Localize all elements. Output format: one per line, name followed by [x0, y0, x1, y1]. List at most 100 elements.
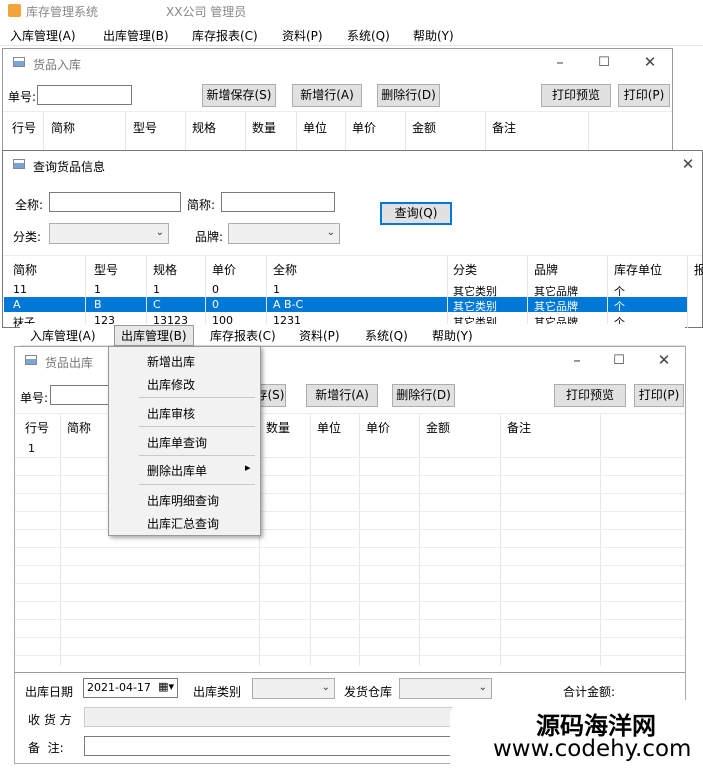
menu-new-outbound[interactable]: 新增出库 — [147, 353, 195, 370]
grid-line — [345, 112, 346, 152]
calendar-icon[interactable]: ▦▾ — [158, 680, 174, 693]
column-header: 简称 — [51, 121, 76, 135]
remark-input[interactable] — [84, 736, 504, 756]
menu-inbound[interactable]: 入库管理(A) — [30, 327, 96, 344]
warehouse-select[interactable]: ⌄ — [399, 678, 492, 699]
menu-delete-outbound[interactable]: 删除出库单 — [147, 462, 207, 479]
close-icon[interactable]: ✕ — [681, 155, 695, 173]
maximize-icon[interactable]: ☐ — [612, 353, 626, 368]
grid-line — [485, 112, 486, 152]
secondary-menubar: 入库管理(A) 出库管理(B) 库存报表(C) 资料(P) 系统(Q) 帮助(Y… — [20, 324, 685, 346]
menu-outbound-summary[interactable]: 出库汇总查询 — [147, 515, 219, 532]
outbound-date-value: 2021-04-17 — [87, 681, 151, 694]
app-subtitle: XX公司 管理员 — [166, 5, 247, 19]
inbound-window-title: 货品入库 — [33, 58, 82, 72]
menu-system[interactable]: 系统(Q) — [347, 27, 390, 44]
fullname-input[interactable] — [49, 192, 181, 212]
column-header: 金额 — [412, 121, 437, 135]
print-preview-button[interactable]: 打印预览 — [541, 84, 611, 107]
column-header: 单位 — [317, 421, 342, 435]
delete-row-button[interactable]: 删除行(D) — [392, 384, 455, 407]
add-row-button[interactable]: 新增行(A) — [292, 84, 362, 107]
column-header: 单价 — [212, 263, 237, 277]
grid-top-line — [3, 111, 672, 112]
add-row-button[interactable]: 新增行(A) — [306, 384, 378, 407]
table-row-selected[interactable] — [4, 297, 688, 312]
menu-help[interactable]: 帮助(Y) — [432, 327, 473, 344]
grid-line — [310, 414, 311, 666]
menu-data[interactable]: 资料(P) — [299, 327, 340, 344]
short-name-input[interactable] — [221, 192, 335, 212]
minimize-icon[interactable]: – — [553, 53, 567, 71]
table-cell: 1 — [28, 442, 35, 455]
warehouse-label: 发货仓库 — [344, 685, 393, 699]
table-cell: 1 — [273, 283, 280, 296]
print-button[interactable]: 打印(P) — [634, 384, 684, 407]
table-cell: 其它类别 — [453, 300, 497, 313]
grid-line — [15, 655, 685, 656]
menu-inbound[interactable]: 入库管理(A) — [10, 27, 76, 44]
grid-line — [146, 256, 147, 328]
grid-line — [266, 256, 267, 328]
maximize-icon[interactable]: ☐ — [597, 55, 611, 70]
grid-line — [405, 112, 406, 152]
grid-line — [296, 112, 297, 152]
close-icon[interactable]: ✕ — [643, 53, 657, 71]
table-cell: 个 — [614, 300, 625, 313]
outbound-window-title: 货品出库 — [45, 356, 94, 370]
table-cell: B — [94, 298, 102, 311]
app-icon — [8, 4, 21, 17]
menu-outbound[interactable]: 出库管理(B) — [103, 27, 169, 44]
grid-line — [500, 414, 501, 666]
menu-edit-outbound[interactable]: 出库修改 — [147, 376, 195, 393]
minimize-icon[interactable]: – — [570, 351, 584, 369]
column-header: 备注 — [492, 121, 517, 135]
print-preview-button[interactable]: 打印预览 — [554, 384, 626, 407]
table-cell: 其它品牌 — [534, 300, 578, 313]
menu-separator — [139, 397, 255, 398]
menu-stock-report[interactable]: 库存报表(C) — [210, 327, 276, 344]
menu-separator — [139, 484, 255, 485]
window-icon — [25, 355, 37, 365]
order-number-input[interactable] — [37, 85, 132, 105]
menu-outbound-active[interactable]: 出库管理(B) — [114, 325, 194, 346]
grid-line — [205, 256, 206, 328]
table-cell: 1 — [153, 283, 160, 296]
menu-system[interactable]: 系统(Q) — [365, 327, 408, 344]
brand-select[interactable]: ⌄ — [228, 223, 340, 244]
query-window: 查询货品信息 ✕ 全称: 简称: 查询(Q) 分类: ⌄ 品牌: ⌄ 简称 型号… — [2, 150, 703, 329]
print-button[interactable]: 打印(P) — [618, 84, 670, 107]
close-icon[interactable]: ✕ — [657, 351, 671, 369]
grid-line — [15, 637, 685, 638]
chevron-down-icon: ⌄ — [326, 227, 335, 238]
menu-help[interactable]: 帮助(Y) — [413, 27, 454, 44]
outbound-date-picker[interactable]: 2021-04-17 ▦▾ — [83, 678, 178, 698]
save-button[interactable]: 新增保存(S) — [202, 84, 276, 107]
grid-line — [607, 256, 608, 328]
outbound-dropdown-menu: 新增出库 出库修改 出库审核 出库单查询 删除出库单 ▸ 出库明细查询 出库汇总… — [108, 346, 261, 536]
menu-stock-report[interactable]: 库存报表(C) — [192, 27, 258, 44]
table-cell: 11 — [13, 283, 27, 296]
receiver-input[interactable] — [84, 707, 504, 727]
fullname-label: 全称: — [15, 198, 44, 212]
menu-approve-outbound[interactable]: 出库审核 — [147, 405, 195, 422]
outbound-type-select[interactable]: ⌄ — [252, 678, 335, 699]
chevron-down-icon: ⌄ — [478, 682, 487, 693]
footer-divider — [15, 672, 685, 673]
grid-line — [600, 414, 601, 666]
menu-query-outbound[interactable]: 出库单查询 — [147, 434, 207, 451]
menu-outbound-detail[interactable]: 出库明细查询 — [147, 492, 219, 509]
category-select[interactable]: ⌄ — [49, 223, 169, 244]
grid-line — [527, 256, 528, 328]
order-number-label: 单号: — [8, 90, 37, 104]
app-titlebar: 库存管理系统 XX公司 管理员 — [0, 0, 703, 22]
grid-line — [15, 583, 685, 584]
menu-separator — [139, 455, 255, 456]
column-header: 数量 — [252, 121, 277, 135]
delete-row-button[interactable]: 删除行(D) — [377, 84, 440, 107]
table-cell: A — [13, 298, 21, 311]
grid-line — [43, 112, 44, 152]
submenu-arrow-icon: ▸ — [245, 461, 251, 474]
query-button[interactable]: 查询(Q) — [380, 202, 452, 225]
menu-data[interactable]: 资料(P) — [282, 27, 323, 44]
